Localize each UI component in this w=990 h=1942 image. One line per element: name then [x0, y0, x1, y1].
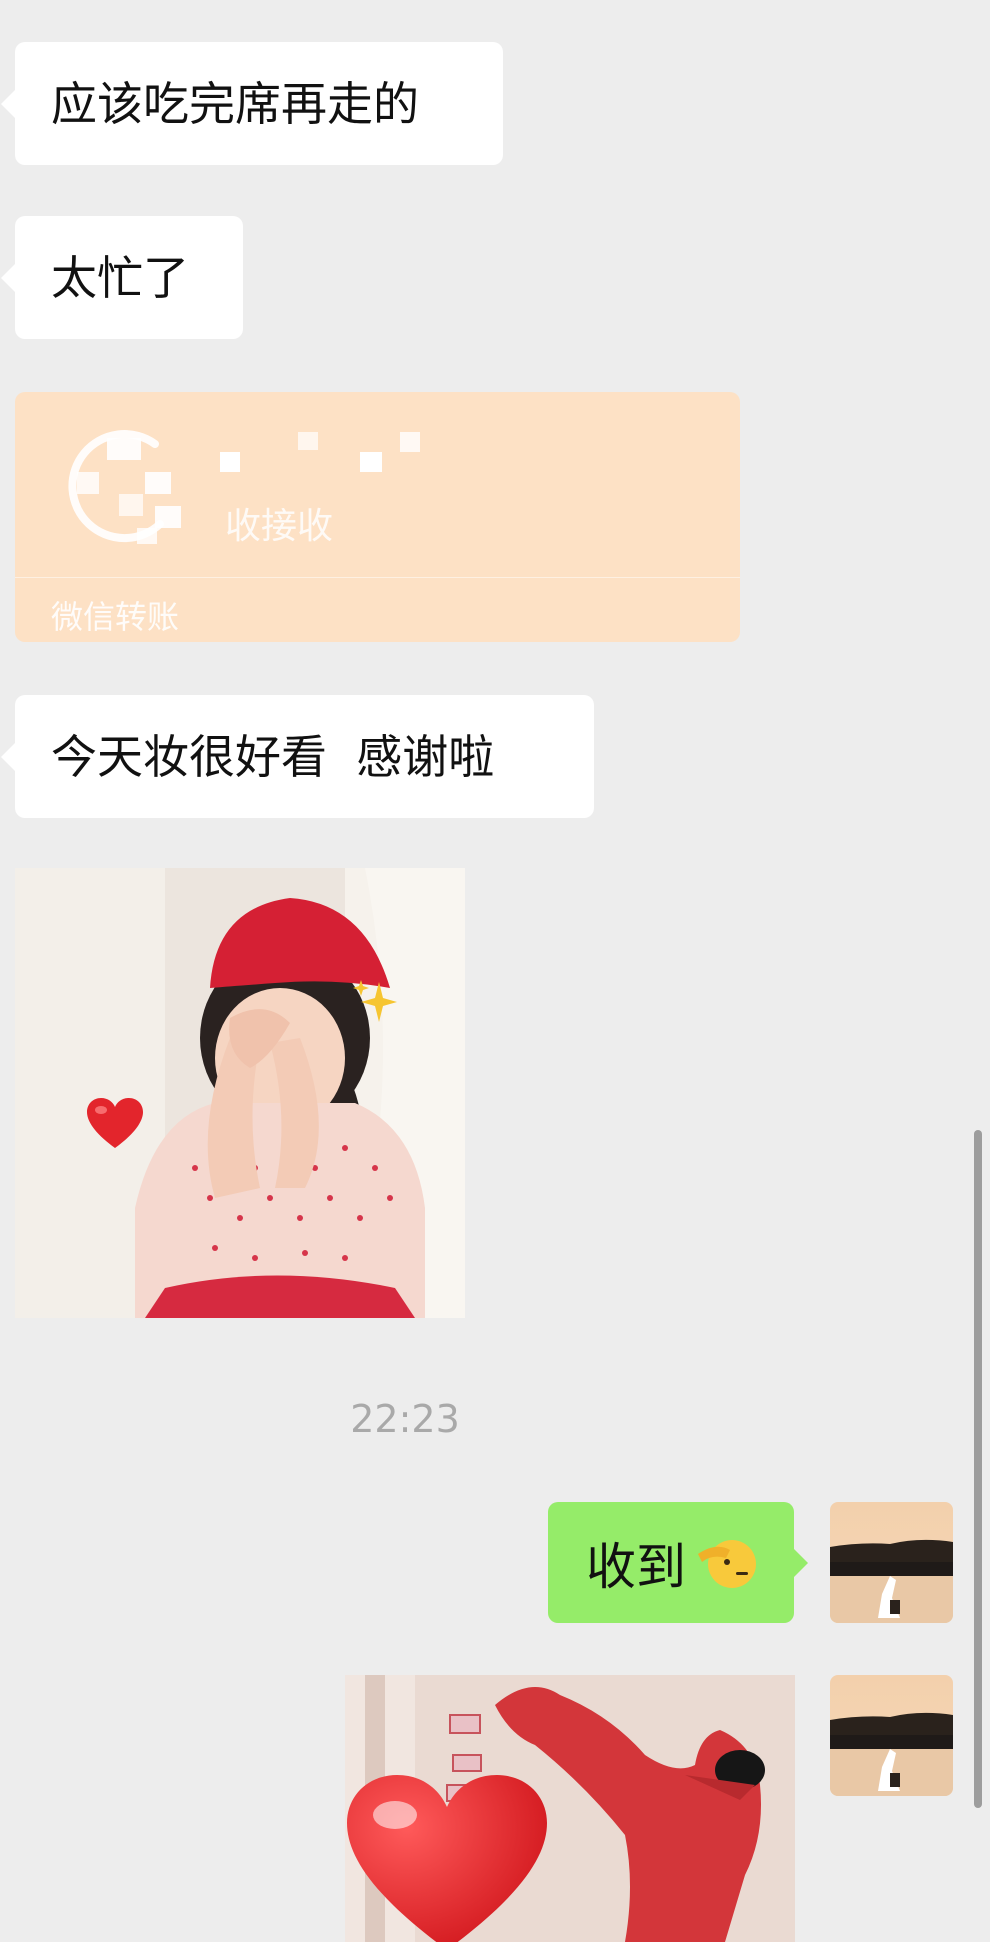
- sparkles-icon: [353, 976, 399, 1030]
- wechat-transfer-card[interactable]: 收接收 微信转账: [15, 392, 740, 642]
- transfer-status: 收接收: [225, 506, 334, 547]
- image-message-sent[interactable]: [345, 1675, 795, 1942]
- chat-timestamp: 22:23: [350, 1397, 460, 1441]
- message-bubble-2[interactable]: 太忙了: [1, 216, 243, 339]
- saluting-face-icon: [696, 1532, 758, 1594]
- message-text: 太忙了: [51, 250, 189, 305]
- scrollbar[interactable]: [974, 1130, 982, 1808]
- avatar[interactable]: [830, 1675, 953, 1796]
- message-text: 应该吃完席再走的: [51, 76, 419, 131]
- message-bubble-1[interactable]: 应该吃完席再走的: [1, 42, 503, 165]
- message-bubble-sent[interactable]: 收到: [548, 1502, 808, 1623]
- transfer-amount-mosaic: [298, 432, 318, 450]
- transfer-amount-mosaic: [220, 452, 240, 472]
- divider: [15, 577, 740, 578]
- avatar[interactable]: [830, 1502, 953, 1623]
- image-message-girl[interactable]: [15, 868, 465, 1318]
- transfer-icon: [55, 424, 185, 554]
- transfer-amount-mosaic: [360, 452, 382, 472]
- message-text: 收到: [586, 1537, 686, 1596]
- red-heart-icon: [87, 1098, 143, 1154]
- transfer-footer: 微信转账: [51, 598, 180, 636]
- message-text: 今天妆很好看 感谢啦: [51, 729, 495, 784]
- transfer-amount-mosaic: [400, 432, 420, 452]
- red-heart-icon: [347, 1775, 547, 1942]
- message-bubble-4[interactable]: 今天妆很好看 感谢啦: [1, 695, 594, 818]
